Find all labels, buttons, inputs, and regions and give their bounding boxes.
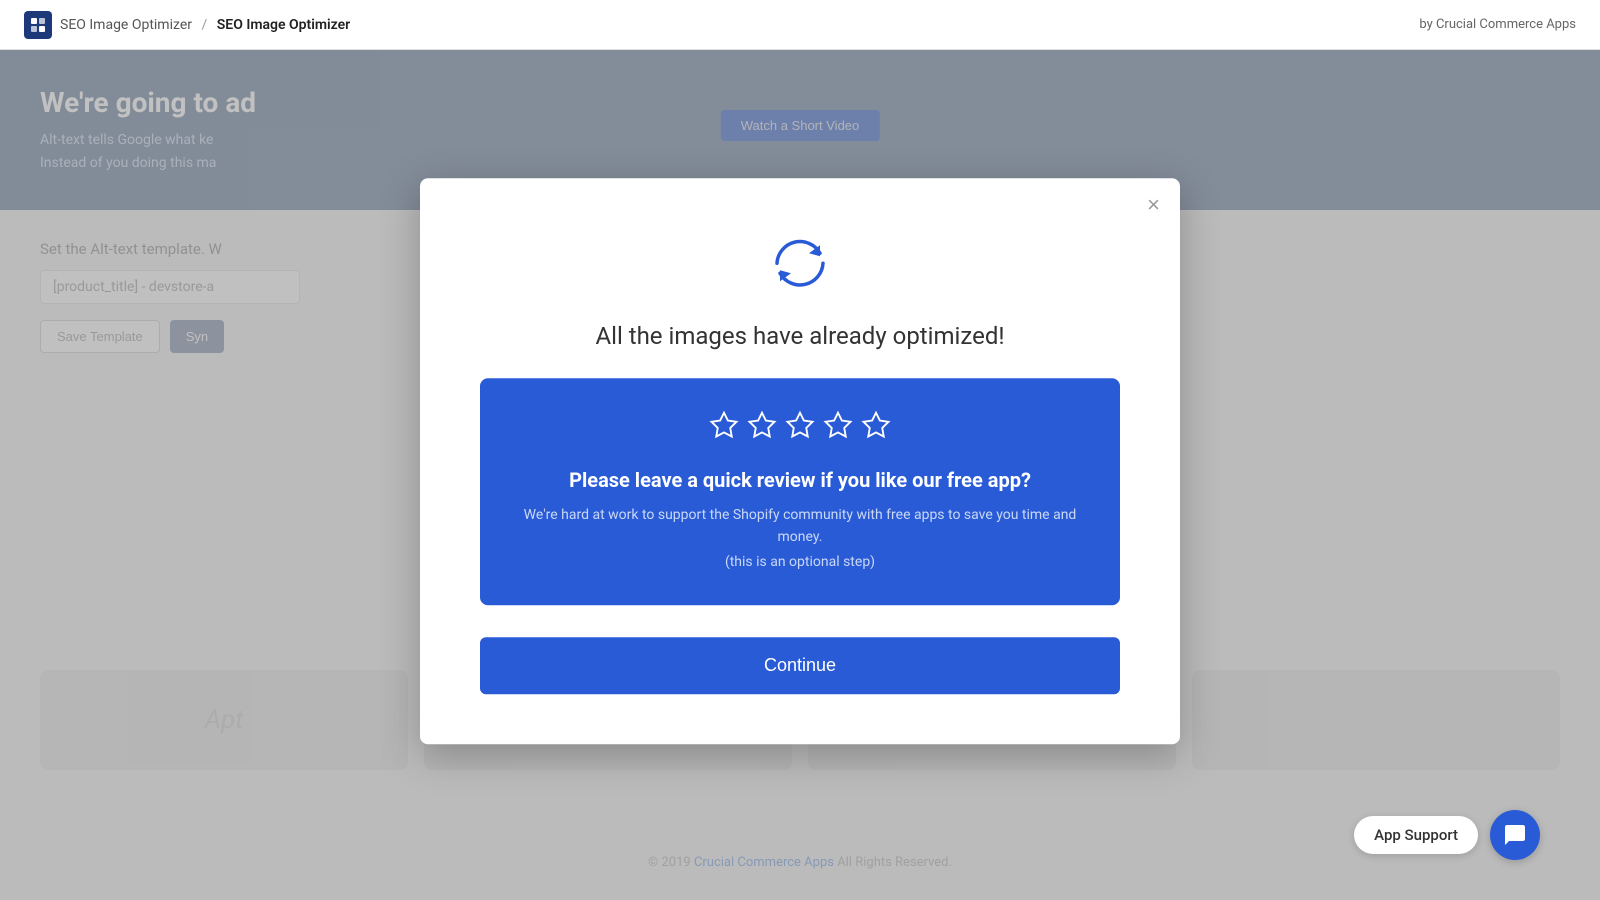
chat-icon bbox=[1503, 823, 1527, 847]
header-by-text: by Crucial Commerce Apps bbox=[1419, 17, 1576, 32]
star-3[interactable] bbox=[785, 410, 815, 448]
app-support-button[interactable] bbox=[1490, 810, 1540, 860]
continue-button[interactable]: Continue bbox=[480, 637, 1120, 694]
close-button[interactable]: × bbox=[1147, 194, 1160, 216]
review-heading: Please leave a quick review if you like … bbox=[520, 468, 1080, 492]
app-support-container: App Support bbox=[1354, 810, 1540, 860]
star-1[interactable] bbox=[709, 410, 739, 448]
header-left: SEO Image Optimizer / SEO Image Optimize… bbox=[24, 11, 350, 39]
modal-dialog: × All the images have already optimized! bbox=[420, 178, 1180, 744]
star-4[interactable] bbox=[823, 410, 853, 448]
modal-title: All the images have already optimized! bbox=[480, 322, 1120, 350]
app-support-label: App Support bbox=[1354, 816, 1478, 854]
review-body-line1: We're hard at work to support the Shopif… bbox=[520, 504, 1080, 549]
stars-row[interactable] bbox=[520, 410, 1080, 448]
breadcrumb: SEO Image Optimizer / SEO Image Optimize… bbox=[60, 17, 350, 33]
star-2[interactable] bbox=[747, 410, 777, 448]
sync-icon bbox=[765, 228, 835, 298]
review-body-line2: (this is an optional step) bbox=[520, 551, 1080, 573]
review-box: Please leave a quick review if you like … bbox=[480, 378, 1120, 605]
app-header: SEO Image Optimizer / SEO Image Optimize… bbox=[0, 0, 1600, 50]
app-logo bbox=[24, 11, 52, 39]
sync-icon-container bbox=[480, 228, 1120, 298]
star-5[interactable] bbox=[861, 410, 891, 448]
